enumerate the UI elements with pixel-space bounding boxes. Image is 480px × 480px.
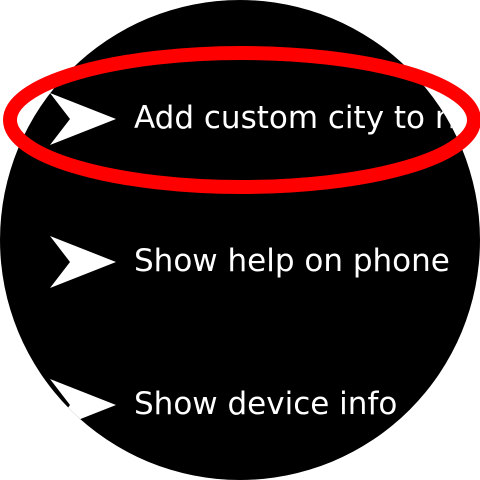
menu-item-add-custom-city[interactable]: Add custom city to ring [0, 64, 480, 174]
menu-item-show-help[interactable]: Show help on phone [0, 207, 480, 317]
menu-item-label: Add custom city to ring [134, 100, 480, 136]
menu-item-label: Show device info [134, 386, 398, 422]
send-arrow-icon [50, 379, 116, 431]
watch-screen: Add custom city to ring Show help on pho… [0, 0, 480, 480]
menu-item-show-device-info[interactable]: Show device info [0, 350, 480, 460]
send-arrow-icon [50, 236, 116, 288]
send-arrow-icon [50, 93, 116, 145]
watch-face: Add custom city to ring Show help on pho… [0, 0, 480, 480]
menu-item-label: Show help on phone [134, 243, 450, 279]
